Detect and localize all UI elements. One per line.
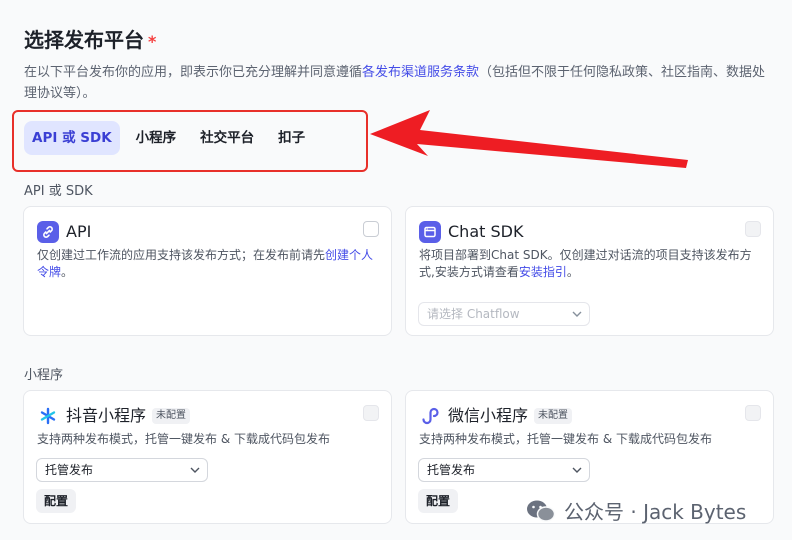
api-card-desc: 仅创建过工作流的应用支持该发布方式；在发布前请先创建个人令牌。 [37, 247, 379, 281]
chevron-down-icon [572, 311, 582, 317]
chevron-down-icon [190, 467, 200, 473]
douyin-title-text: 抖音小程序 [66, 406, 147, 425]
douyin-mode-select[interactable]: 托管发布 [36, 458, 208, 482]
chat-sdk-desc-prefix: 将项目部署到Chat SDK。仅创建过对话流的项目支持该发布方式,安装方式请查看 [419, 248, 752, 279]
wechat-mode-select[interactable]: 托管发布 [418, 458, 590, 482]
wechat-title-text: 微信小程序 [448, 406, 529, 425]
wechat-logo-icon [527, 500, 556, 522]
api-title-text: API [66, 222, 92, 241]
douyin-icon [37, 405, 59, 427]
section-label-mini-program: 小程序 [24, 368, 64, 383]
chat-sdk-title-text: Chat SDK [448, 222, 524, 241]
api-desc-prefix: 仅创建过工作流的应用支持该发布方式；在发布前请先 [37, 248, 326, 262]
api-card-title: API [66, 221, 91, 243]
status-badge: 未配置 [152, 408, 191, 424]
douyin-card-title: 抖音小程序 未配置 [66, 405, 191, 427]
window-icon [419, 221, 441, 243]
douyin-checkbox[interactable] [363, 405, 379, 421]
install-guide-link[interactable]: 安装指引 [519, 265, 567, 279]
watermark: 公众号 · Jack Bytes [526, 496, 746, 525]
douyin-card-desc: 支持两种发布模式，托管一键发布 & 下载成代码包发布 [37, 432, 330, 446]
chat-sdk-checkbox[interactable] [745, 221, 761, 237]
wechat-mini-icon [419, 405, 441, 427]
chatflow-select-placeholder: 请选择 Chatflow [427, 307, 520, 321]
chat-sdk-card[interactable]: Chat SDK 将项目部署到Chat SDK。仅创建过对话流的项目支持该发布方… [405, 206, 774, 336]
douyin-config-button[interactable]: 配置 [36, 489, 77, 513]
chatflow-select[interactable]: 请选择 Chatflow [418, 302, 590, 326]
link-icon [37, 221, 59, 243]
api-card[interactable]: API 仅创建过工作流的应用支持该发布方式；在发布前请先创建个人令牌。 [23, 206, 392, 336]
watermark-text: 公众号 · Jack Bytes [564, 500, 747, 524]
chat-sdk-card-desc: 将项目部署到Chat SDK。仅创建过对话流的项目支持该发布方式,安装方式请查看… [419, 247, 761, 281]
wechat-config-button[interactable]: 配置 [418, 489, 459, 513]
wechat-card-title: 微信小程序 未配置 [448, 405, 573, 427]
section-label-api-sdk: API 或 SDK [24, 184, 93, 199]
douyin-mode-value: 托管发布 [45, 463, 94, 477]
chevron-down-icon [572, 467, 582, 473]
wechat-card-desc: 支持两种发布模式，托管一键发布 & 下载成代码包发布 [419, 432, 712, 446]
status-badge: 未配置 [534, 408, 573, 424]
api-checkbox[interactable] [363, 221, 379, 237]
api-desc-suffix: 。 [61, 265, 74, 279]
chat-sdk-card-title: Chat SDK [448, 221, 523, 243]
chat-sdk-desc-suffix: 。 [566, 265, 579, 279]
douyin-card[interactable]: 抖音小程序 未配置 支持两种发布模式，托管一键发布 & 下载成代码包发布 托管发… [23, 390, 392, 524]
wechat-mode-value: 托管发布 [427, 463, 476, 477]
wechat-checkbox[interactable] [745, 405, 761, 421]
